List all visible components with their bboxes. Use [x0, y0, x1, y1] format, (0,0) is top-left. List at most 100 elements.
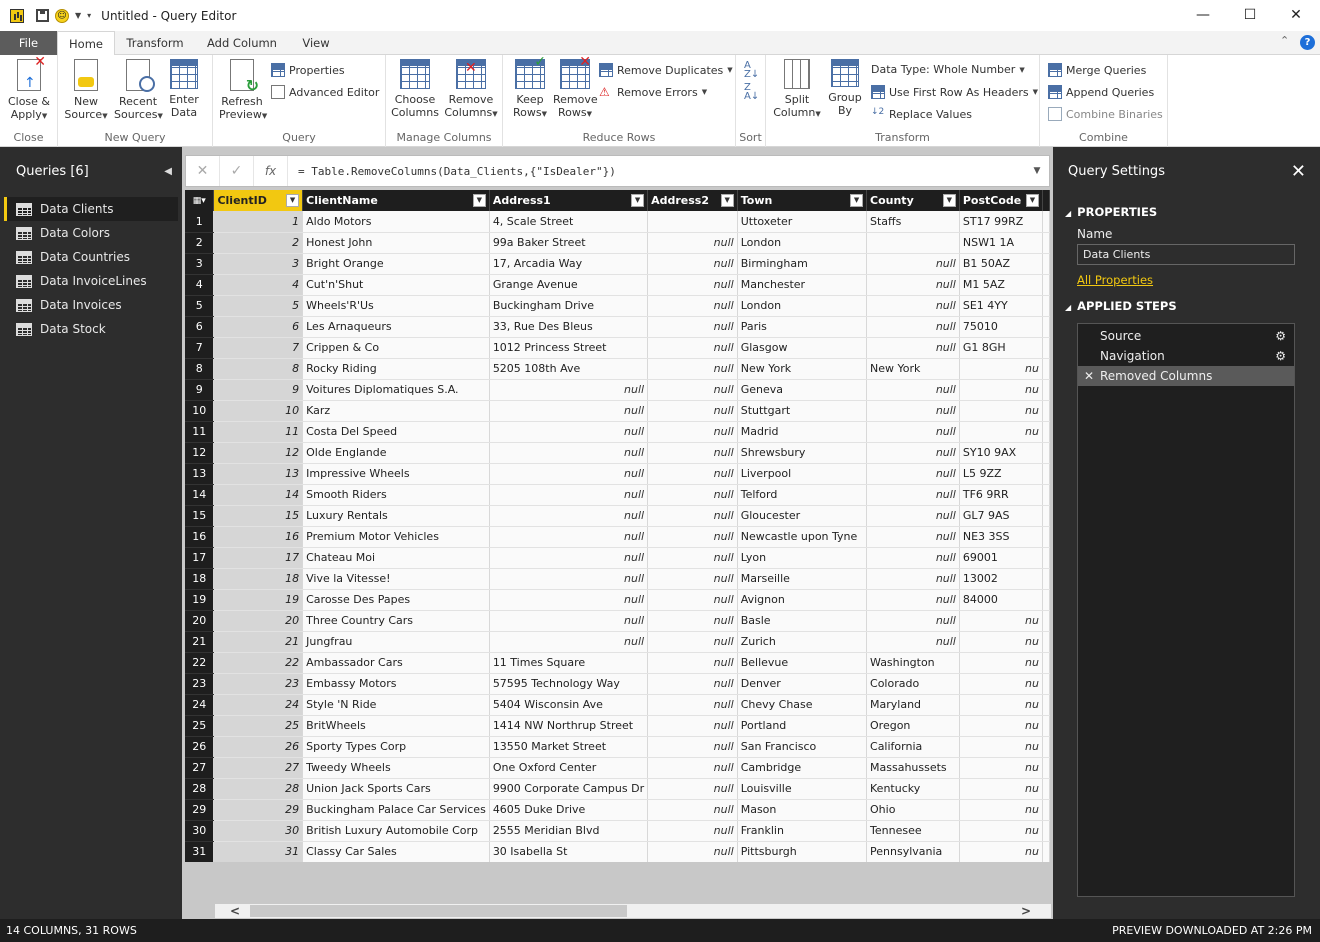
- table-cell[interactable]: 22: [213, 652, 304, 674]
- table-cell[interactable]: 11: [213, 421, 304, 443]
- table-cell[interactable]: Pittsburgh: [737, 841, 868, 862]
- table-cell[interactable]: null: [647, 274, 738, 296]
- table-cell[interactable]: Liverpool: [737, 463, 868, 485]
- table-cell[interactable]: Olde Englande: [302, 442, 490, 464]
- table-cell[interactable]: Sporty Types Corp: [302, 736, 490, 758]
- table-cell[interactable]: 75010: [959, 316, 1044, 338]
- table-cell[interactable]: California: [866, 736, 960, 758]
- close-icon[interactable]: ✕: [1273, 0, 1319, 31]
- table-cell[interactable]: null: [866, 631, 960, 653]
- table-cell[interactable]: 5404 Wisconsin Ave: [489, 694, 649, 716]
- table-cell[interactable]: null: [647, 631, 738, 653]
- table-cell[interactable]: nu: [959, 652, 1044, 674]
- close-settings-icon[interactable]: ✕: [1291, 147, 1306, 197]
- table-cell[interactable]: L5 9ZZ: [959, 463, 1044, 485]
- table-cell[interactable]: 6: [213, 316, 304, 338]
- row-number[interactable]: 27: [185, 757, 215, 779]
- table-cell[interactable]: Vive la Vitesse!: [302, 568, 490, 590]
- table-cell[interactable]: null: [866, 463, 960, 485]
- table-cell[interactable]: 5: [213, 295, 304, 317]
- column-header[interactable]: PostCode ▼: [959, 190, 1044, 211]
- table-cell[interactable]: 11 Times Square: [489, 652, 649, 674]
- table-cell[interactable]: 9900 Corporate Campus Dr: [489, 778, 649, 800]
- table-cell[interactable]: null: [647, 568, 738, 590]
- table-cell[interactable]: Classy Car Sales: [302, 841, 490, 862]
- table-cell[interactable]: null: [647, 778, 738, 800]
- row-number[interactable]: 16: [185, 526, 215, 548]
- filter-dropdown-icon[interactable]: ▼: [850, 194, 864, 207]
- row-number[interactable]: 12: [185, 442, 215, 464]
- table-cell[interactable]: nu: [959, 421, 1044, 443]
- table-cell[interactable]: Les Arnaqueurs: [302, 316, 490, 338]
- table-cell[interactable]: 16: [213, 526, 304, 548]
- query-name-input[interactable]: Data Clients: [1077, 244, 1295, 265]
- row-number[interactable]: 21: [185, 631, 215, 653]
- table-cell[interactable]: null: [647, 736, 738, 758]
- table-cell[interactable]: null: [866, 337, 960, 359]
- new-source-button[interactable]: New Source▼: [64, 59, 108, 123]
- row-number[interactable]: 4: [185, 274, 215, 296]
- table-cell[interactable]: Pennsylvania: [866, 841, 960, 862]
- scroll-right-icon[interactable]: >: [1021, 904, 1031, 918]
- table-cell[interactable]: Lyon: [737, 547, 868, 569]
- column-header[interactable]: County ▼: [866, 190, 960, 211]
- table-cell[interactable]: Basle: [737, 610, 868, 632]
- combine-binaries-button[interactable]: Combine Binaries: [1048, 107, 1163, 121]
- table-cell[interactable]: Carosse Des Papes: [302, 589, 490, 611]
- scrollbar-thumb[interactable]: [250, 905, 627, 917]
- gear-icon[interactable]: ⚙: [1275, 326, 1286, 346]
- row-number[interactable]: 9: [185, 379, 215, 401]
- save-icon[interactable]: [36, 9, 49, 22]
- table-cell[interactable]: nu: [959, 841, 1044, 862]
- table-cell[interactable]: 21: [213, 631, 304, 653]
- choose-columns-button[interactable]: Choose Columns: [390, 59, 440, 119]
- table-cell[interactable]: 27: [213, 757, 304, 779]
- row-number[interactable]: 26: [185, 736, 215, 758]
- table-cell[interactable]: null: [489, 421, 649, 443]
- table-cell[interactable]: null: [866, 400, 960, 422]
- table-cell[interactable]: null: [647, 757, 738, 779]
- delete-step-icon[interactable]: ✕: [1084, 366, 1094, 386]
- table-cell[interactable]: null: [866, 526, 960, 548]
- table-cell[interactable]: null: [866, 274, 960, 296]
- group-by-button[interactable]: Group By: [824, 59, 866, 117]
- table-cell[interactable]: null: [866, 589, 960, 611]
- column-header-overflow[interactable]: [1042, 190, 1050, 211]
- table-cell[interactable]: null: [866, 442, 960, 464]
- table-cell[interactable]: 12: [213, 442, 304, 464]
- table-cell[interactable]: nu: [959, 736, 1044, 758]
- applied-steps-section[interactable]: ◢ APPLIED STEPS: [1053, 299, 1320, 317]
- powerbi-app-icon[interactable]: [10, 8, 24, 23]
- table-cell[interactable]: null: [647, 484, 738, 506]
- row-number[interactable]: 18: [185, 568, 215, 590]
- table-cell[interactable]: null: [647, 841, 738, 862]
- table-cell[interactable]: 9: [213, 379, 304, 401]
- fx-icon[interactable]: fx: [254, 156, 288, 186]
- table-cell[interactable]: Birmingham: [737, 253, 868, 275]
- table-cell[interactable]: Manchester: [737, 274, 868, 296]
- table-cell[interactable]: Paris: [737, 316, 868, 338]
- table-cell[interactable]: null: [647, 799, 738, 821]
- query-item[interactable]: Data InvoiceLines: [4, 269, 178, 293]
- table-cell[interactable]: null: [866, 295, 960, 317]
- row-number[interactable]: 30: [185, 820, 215, 842]
- confirm-formula-icon[interactable]: ✓: [220, 156, 254, 186]
- table-cell[interactable]: null: [489, 442, 649, 464]
- table-cell[interactable]: nu: [959, 715, 1044, 737]
- table-cell[interactable]: null: [647, 505, 738, 527]
- table-cell[interactable]: Honest John: [302, 232, 490, 254]
- table-cell[interactable]: 4: [213, 274, 304, 296]
- table-cell[interactable]: null: [489, 568, 649, 590]
- table-cell[interactable]: nu: [959, 610, 1044, 632]
- table-cell[interactable]: [647, 211, 738, 233]
- table-cell[interactable]: Union Jack Sports Cars: [302, 778, 490, 800]
- table-cell[interactable]: 99a Baker Street: [489, 232, 649, 254]
- table-cell[interactable]: Tweedy Wheels: [302, 757, 490, 779]
- row-number[interactable]: 10: [185, 400, 215, 422]
- remove-rows-button[interactable]: ✕ Remove Rows▼: [553, 55, 598, 121]
- table-cell[interactable]: 7: [213, 337, 304, 359]
- table-cell[interactable]: Three Country Cars: [302, 610, 490, 632]
- remove-errors-button[interactable]: ⚠ Remove Errors ▼: [599, 85, 707, 99]
- table-cell[interactable]: Kentucky: [866, 778, 960, 800]
- table-cell[interactable]: 2: [213, 232, 304, 254]
